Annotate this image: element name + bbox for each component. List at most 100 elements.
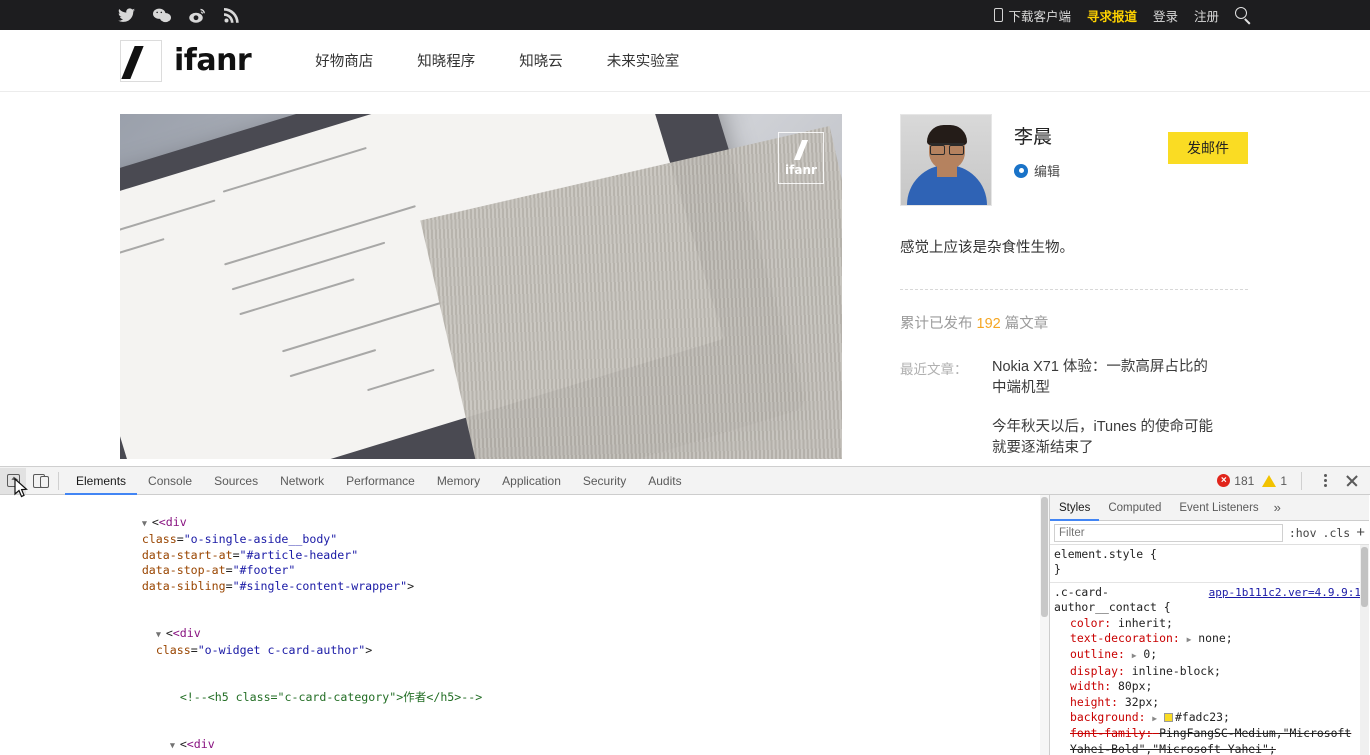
css-property-value[interactable]: 32px; bbox=[1125, 695, 1159, 709]
tab-computed[interactable]: Computed bbox=[1099, 495, 1170, 521]
watermark-text: ifanr bbox=[785, 163, 817, 177]
tab-sources[interactable]: Sources bbox=[203, 467, 269, 495]
devtools-menu-button[interactable] bbox=[1316, 472, 1334, 490]
css-property-overridden[interactable]: font-family: PingFangSC-Medium,"Microsof… bbox=[1054, 726, 1365, 755]
tab-audits[interactable]: Audits bbox=[637, 467, 692, 495]
styles-filter-input[interactable] bbox=[1054, 524, 1283, 542]
tab-elements[interactable]: Elements bbox=[65, 467, 137, 495]
css-property[interactable]: height: 32px; bbox=[1054, 695, 1365, 710]
element-style-rule[interactable]: element.style { } bbox=[1050, 545, 1369, 583]
cls-toggle-button[interactable]: .cls bbox=[1323, 526, 1351, 540]
stylesheet-source-link[interactable]: app-1b111c2.ver=4.9.9:1 bbox=[1209, 585, 1361, 600]
css-rule[interactable]: app-1b111c2.ver=4.9.9:1 .c-card- author_… bbox=[1050, 583, 1369, 755]
author-header: 李晨 编辑 发邮件 bbox=[900, 114, 1248, 206]
recent-article-link[interactable]: Nokia X71 体验：一款高屏占比的中端机型 bbox=[992, 357, 1214, 399]
css-property-name[interactable]: height bbox=[1070, 695, 1111, 709]
register-link[interactable]: 注册 bbox=[1194, 6, 1219, 25]
css-property-value[interactable]: 80px; bbox=[1118, 679, 1152, 693]
devtools-toolbar-right: × 181 1 bbox=[1217, 471, 1370, 491]
rss-icon[interactable] bbox=[224, 8, 239, 23]
login-link[interactable]: 登录 bbox=[1153, 6, 1178, 25]
css-property[interactable]: text-decoration: ▶ none; bbox=[1054, 631, 1365, 647]
tab-memory[interactable]: Memory bbox=[426, 467, 491, 495]
nav-items: 好物商店 知晓程序 知晓云 未来实验室 bbox=[315, 50, 679, 71]
twitter-icon[interactable] bbox=[118, 8, 135, 23]
dom-attr: class bbox=[156, 643, 191, 657]
site-logo[interactable]: ifanr bbox=[120, 40, 251, 82]
element-style-close: } bbox=[1054, 562, 1365, 577]
css-property-name[interactable]: background bbox=[1070, 710, 1139, 724]
new-style-rule-button[interactable]: + bbox=[1356, 526, 1365, 540]
rule-selector-line2[interactable]: author__contact { bbox=[1054, 600, 1365, 615]
more-tabs-button[interactable]: » bbox=[1268, 500, 1287, 515]
dom-tree-scrollbar[interactable] bbox=[1040, 495, 1049, 755]
css-property[interactable]: background: ▶ #fadc23; bbox=[1054, 710, 1365, 726]
author-avatar[interactable] bbox=[900, 114, 992, 206]
error-count-badge[interactable]: × 181 bbox=[1217, 474, 1254, 488]
css-property-value[interactable]: #fadc23; bbox=[1175, 710, 1230, 724]
css-property-value[interactable]: 0; bbox=[1143, 647, 1157, 661]
dom-node-row[interactable]: ▼<<div class="c-card c-card-author__info… bbox=[0, 721, 1049, 755]
dom-comment-row[interactable]: <!--<h5 class="c-card-category">作者</h5>-… bbox=[0, 675, 1049, 722]
hov-toggle-button[interactable]: :hov bbox=[1289, 526, 1317, 540]
nav-item-shop[interactable]: 好物商店 bbox=[315, 50, 373, 71]
expand-triangle-icon[interactable]: ▶ bbox=[1187, 635, 1192, 644]
search-icon[interactable] bbox=[1235, 7, 1252, 24]
expand-triangle-icon[interactable]: ▼ bbox=[156, 628, 166, 644]
nav-item-futurelab[interactable]: 未来实验室 bbox=[607, 50, 680, 71]
tab-application[interactable]: Application bbox=[491, 467, 572, 495]
nav-item-cloud[interactable]: 知晓云 bbox=[519, 50, 563, 71]
css-property[interactable]: color: inherit; bbox=[1054, 616, 1365, 631]
css-property[interactable]: outline: ▶ 0; bbox=[1054, 647, 1365, 663]
css-property-value[interactable]: inline-block; bbox=[1132, 664, 1221, 678]
css-property[interactable]: width: 80px; bbox=[1054, 679, 1365, 694]
seek-coverage-link[interactable]: 寻求报道 bbox=[1087, 6, 1137, 25]
dom-value: "o-single-aside__body" bbox=[184, 532, 338, 546]
error-icon: × bbox=[1217, 474, 1230, 487]
tab-performance[interactable]: Performance bbox=[335, 467, 426, 495]
phone-icon bbox=[994, 8, 1003, 22]
css-property-value[interactable]: none; bbox=[1198, 631, 1232, 645]
dom-node-row[interactable]: ▼<<div class="o-single-aside__body" data… bbox=[0, 499, 1049, 610]
page-content: iReader ifanr 李晨 编辑 发邮件 bbox=[0, 92, 1370, 466]
wechat-icon[interactable] bbox=[153, 8, 171, 23]
tab-network[interactable]: Network bbox=[269, 467, 335, 495]
warning-count-badge[interactable]: 1 bbox=[1262, 474, 1287, 488]
close-devtools-button[interactable] bbox=[1342, 471, 1362, 491]
recent-article-link[interactable]: 今年秋天以后，iTunes 的使命可能就要逐渐结束了 bbox=[992, 417, 1214, 459]
dom-tree-pane[interactable]: ▼<<div class="o-single-aside__body" data… bbox=[0, 495, 1050, 755]
css-property-name[interactable]: width bbox=[1070, 679, 1104, 693]
css-property-name[interactable]: color bbox=[1070, 616, 1104, 630]
weibo-icon[interactable] bbox=[189, 8, 206, 23]
main-navigation: ifanr 好物商店 知晓程序 知晓云 未来实验室 bbox=[0, 30, 1370, 92]
expand-triangle-icon[interactable]: ▼ bbox=[170, 739, 180, 755]
tab-event-listeners[interactable]: Event Listeners bbox=[1170, 495, 1267, 521]
tab-console[interactable]: Console bbox=[137, 467, 203, 495]
expand-triangle-icon[interactable]: ▶ bbox=[1132, 651, 1137, 660]
web-page-viewport: 下载客户端 寻求报道 登录 注册 ifanr 好物商店 知晓程序 知晓云 未来实… bbox=[0, 0, 1370, 466]
expand-triangle-icon[interactable]: ▶ bbox=[1152, 714, 1157, 723]
dom-value: "#single-content-wrapper" bbox=[233, 579, 408, 593]
css-property-name[interactable]: display bbox=[1070, 664, 1118, 678]
tab-security[interactable]: Security bbox=[572, 467, 637, 495]
css-property[interactable]: display: inline-block; bbox=[1054, 664, 1365, 679]
css-property-name[interactable]: font-family bbox=[1070, 726, 1145, 740]
download-client-link[interactable]: 下载客户端 bbox=[994, 6, 1071, 25]
styles-pane: Styles Computed Event Listeners » :hov .… bbox=[1050, 495, 1369, 755]
download-client-label[interactable]: 下载客户端 bbox=[1008, 6, 1071, 25]
color-swatch-icon[interactable] bbox=[1164, 713, 1173, 722]
tab-styles[interactable]: Styles bbox=[1050, 495, 1099, 521]
error-count: 181 bbox=[1234, 474, 1254, 488]
css-property-value[interactable]: inherit; bbox=[1118, 616, 1173, 630]
article-count: 累计已发布 192 篇文章 bbox=[900, 312, 1248, 333]
nav-item-miniprogram[interactable]: 知晓程序 bbox=[417, 50, 475, 71]
mouse-cursor bbox=[14, 478, 28, 498]
styles-scrollbar[interactable] bbox=[1360, 545, 1369, 755]
css-property-name[interactable]: outline bbox=[1070, 647, 1118, 661]
dom-node-row[interactable]: ▼<<div class="o-widget c-card-author"> bbox=[0, 610, 1049, 674]
device-toolbar-button[interactable] bbox=[26, 468, 52, 494]
css-property-name[interactable]: text-decoration bbox=[1070, 631, 1173, 645]
expand-triangle-icon[interactable]: ▼ bbox=[142, 517, 152, 533]
dom-value: "#article-header" bbox=[240, 548, 359, 562]
send-email-button[interactable]: 发邮件 bbox=[1168, 132, 1248, 164]
